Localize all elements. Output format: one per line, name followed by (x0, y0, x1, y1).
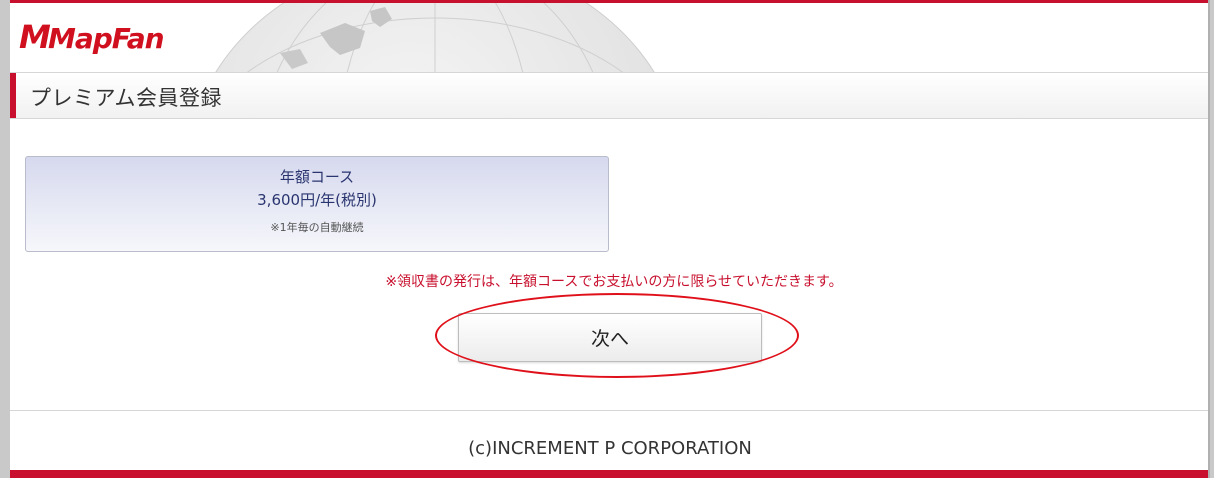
mapfan-logo[interactable]: M MapFan (17, 15, 167, 59)
mapfan-logo-icon: M MapFan (19, 18, 165, 57)
copyright-text: (c)INCREMENT P CORPORATION (468, 438, 752, 459)
footer-divider (10, 410, 1210, 411)
page-container: M MapFan プレミアム会員登録 年額コース 3,600円/年(税別) ※1… (10, 0, 1210, 478)
page-title: プレミアム会員登録 (30, 86, 223, 110)
plan-name: 年額コース (279, 168, 355, 186)
globe-watermark-icon (215, 3, 655, 72)
right-edge (1208, 0, 1210, 478)
receipt-notice: ※領収書の発行は、年額コースでお支払いの方に限らせていただきます。 (385, 274, 843, 290)
next-button[interactable]: 次へ (458, 313, 762, 362)
bottom-brand-bar (10, 470, 1210, 478)
title-bar: プレミアム会員登録 (10, 73, 1210, 119)
svg-text:M: M (19, 18, 51, 55)
logo-text: MapFan (48, 22, 164, 55)
annual-plan-card[interactable]: 年額コース 3,600円/年(税別) ※1年毎の自動継続 (25, 156, 609, 252)
site-header: M MapFan (10, 3, 1210, 73)
title-accent (10, 73, 16, 118)
plan-note: ※1年毎の自動継続 (270, 221, 364, 234)
plan-price: 3,600円/年(税別) (257, 191, 377, 209)
